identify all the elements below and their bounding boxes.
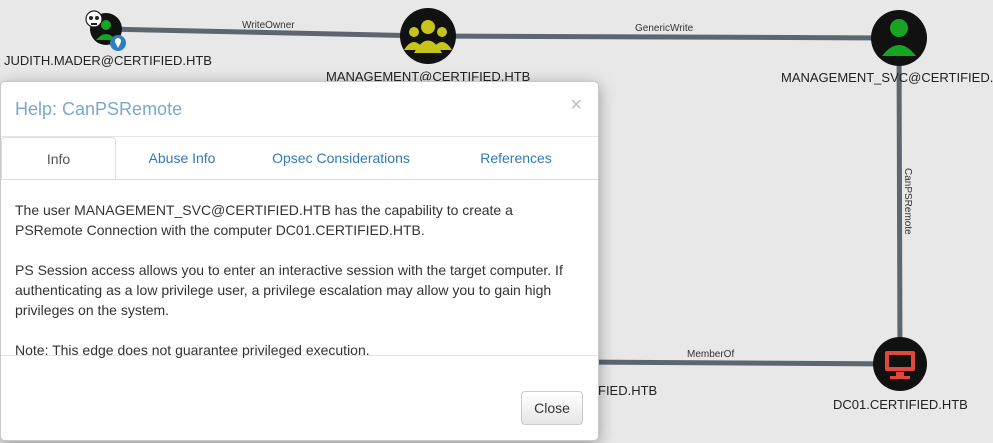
info-note: Note: This edge does not guarantee privi… bbox=[15, 342, 370, 358]
node-management[interactable] bbox=[400, 8, 456, 64]
info-paragraph-1: The user MANAGEMENT_SVC@CERTIFIED.HTB ha… bbox=[15, 202, 513, 238]
modal-title: Help: CanPSRemote bbox=[15, 99, 183, 119]
edge-label-writeowner: WriteOwner bbox=[242, 20, 295, 31]
tab-opsec-considerations[interactable]: Opsec Considerations bbox=[259, 137, 423, 179]
skull-icon bbox=[85, 10, 103, 28]
node-judith[interactable] bbox=[85, 10, 126, 51]
edge-label-genericwrite: GenericWrite bbox=[635, 23, 694, 34]
tab-references[interactable]: References bbox=[466, 137, 566, 179]
edge-label-memberof: MemberOf bbox=[687, 349, 734, 360]
node-label-judith: JUDITH.MADER@CERTIFIED.HTB bbox=[4, 53, 212, 68]
modal-tabs: Info Abuse Info Opsec Considerations Ref… bbox=[1, 137, 598, 180]
node-label-dc01: DC01.CERTIFIED.HTB bbox=[833, 397, 968, 412]
close-button[interactable]: Close bbox=[521, 391, 583, 425]
modal-header: Help: CanPSRemote × bbox=[1, 82, 598, 137]
tab-info[interactable]: Info bbox=[1, 137, 116, 179]
edge-label-canpsremote: CanPSRemote bbox=[902, 168, 913, 235]
info-paragraph-2: PS Session access allows you to enter an… bbox=[15, 262, 563, 318]
node-label-management-svc: MANAGEMENT_SVC@CERTIFIED.H bbox=[781, 70, 993, 85]
help-modal: Help: CanPSRemote × Info Abuse Info Opse… bbox=[0, 81, 599, 441]
modal-body: The user MANAGEMENT_SVC@CERTIFIED.HTB ha… bbox=[1, 180, 598, 358]
node-label-partial: FIED.HTB bbox=[598, 383, 658, 398]
map-pin-icon bbox=[110, 35, 126, 51]
close-icon[interactable]: × bbox=[570, 95, 582, 115]
edge-memberof[interactable] bbox=[579, 359, 901, 367]
edge-genericwrite[interactable] bbox=[427, 33, 900, 41]
node-dc01[interactable] bbox=[873, 337, 927, 391]
tab-abuse-info[interactable]: Abuse Info bbox=[129, 137, 235, 179]
edge-canpsremote[interactable] bbox=[896, 37, 903, 365]
node-management-svc[interactable] bbox=[871, 10, 927, 66]
